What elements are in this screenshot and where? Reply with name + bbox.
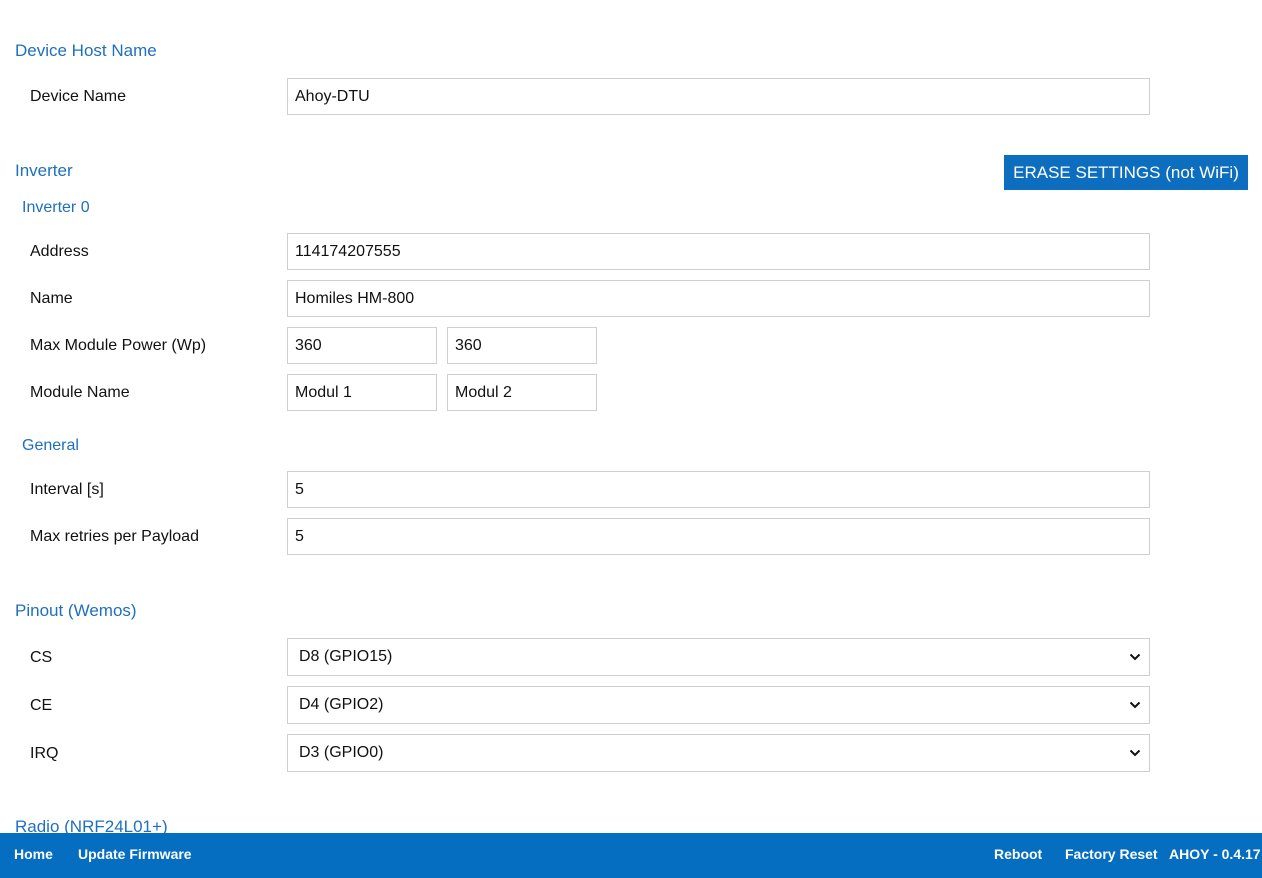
interval-input[interactable] [287, 471, 1150, 508]
settings-content: Device Host Name Device Name Inverter ER… [0, 0, 1262, 833]
footer-link-factory-reset[interactable]: Factory Reset [1065, 846, 1158, 862]
irq-label: IRQ [30, 745, 59, 762]
chevron-down-icon [1129, 653, 1141, 661]
footer-nav: Home Update Firmware Reboot Factory Rese… [0, 833, 1262, 878]
cs-select[interactable]: D8 (GPIO15) [287, 638, 1150, 676]
max-module-power-input-1[interactable] [287, 327, 437, 364]
inverter-name-input[interactable] [287, 280, 1150, 317]
address-input[interactable] [287, 233, 1150, 270]
ce-select[interactable]: D4 (GPIO2) [287, 686, 1150, 724]
section-title-inverter: Inverter [15, 161, 73, 180]
chevron-down-icon [1129, 701, 1141, 709]
footer-link-reboot[interactable]: Reboot [994, 846, 1042, 862]
sub-title-inverter-0: Inverter 0 [22, 199, 90, 216]
erase-settings-button[interactable]: ERASE SETTINGS (not WiFi) [1004, 155, 1248, 190]
section-title-pinout: Pinout (Wemos) [15, 601, 137, 620]
section-title-radio: Radio (NRF24L01+) [15, 817, 168, 833]
address-label: Address [30, 243, 89, 260]
irq-select[interactable]: D3 (GPIO0) [287, 734, 1150, 772]
chevron-down-icon [1129, 749, 1141, 757]
device-name-label: Device Name [30, 88, 127, 105]
cs-select-value: D8 (GPIO15) [299, 648, 393, 665]
device-name-input[interactable] [287, 78, 1150, 115]
module-name-input-2[interactable] [447, 374, 597, 411]
interval-label: Interval [s] [30, 481, 104, 498]
section-title-device-host: Device Host Name [15, 41, 157, 60]
max-retries-label: Max retries per Payload [30, 528, 199, 545]
footer-link-home[interactable]: Home [14, 846, 53, 862]
version-text: AHOY - 0.4.17 [1169, 846, 1261, 862]
footer-link-update-firmware[interactable]: Update Firmware [78, 846, 192, 862]
ce-select-value: D4 (GPIO2) [299, 696, 384, 713]
inverter-name-label: Name [30, 290, 73, 307]
max-module-power-label: Max Module Power (Wp) [30, 337, 207, 354]
irq-select-value: D3 (GPIO0) [299, 744, 384, 761]
cs-label: CS [30, 649, 53, 666]
module-name-label: Module Name [30, 384, 130, 401]
ce-label: CE [30, 697, 53, 714]
max-retries-input[interactable] [287, 518, 1150, 555]
module-name-input-1[interactable] [287, 374, 437, 411]
sub-title-general: General [22, 437, 79, 454]
max-module-power-input-2[interactable] [447, 327, 597, 364]
